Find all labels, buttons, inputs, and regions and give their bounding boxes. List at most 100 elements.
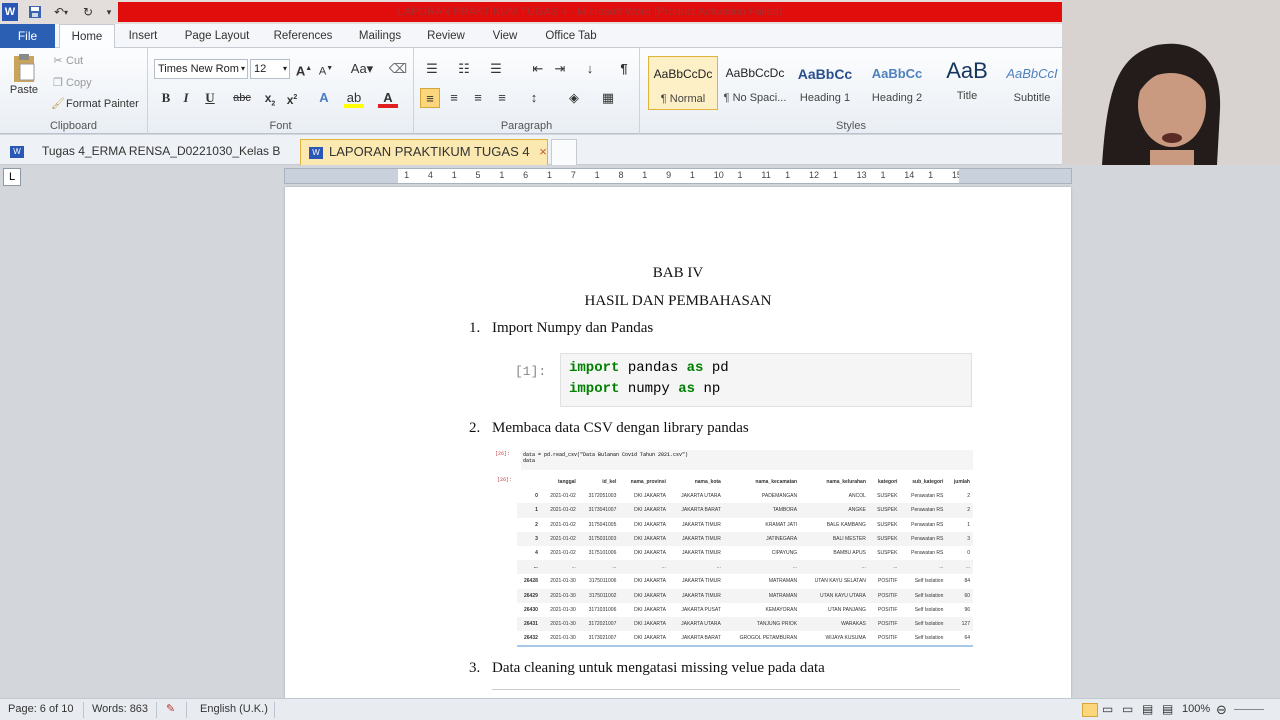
- change-case-icon[interactable]: Aa▾: [348, 59, 376, 79]
- zoom-out-icon[interactable]: ⊖: [1216, 699, 1227, 720]
- ruler-number: 1: [499, 170, 505, 180]
- horizontal-ruler[interactable]: 1121314151617181911011111211311411516117…: [284, 168, 1072, 184]
- align-left-icon[interactable]: ≡: [420, 88, 440, 108]
- tab-office-tab[interactable]: Office Tab: [538, 24, 604, 48]
- style-heading-2[interactable]: AaBbCc Heading 2: [862, 56, 932, 110]
- numbering-icon[interactable]: ☷: [454, 59, 474, 79]
- grow-font-icon[interactable]: A▲: [294, 59, 314, 79]
- font-size-select[interactable]: 12 ▾: [250, 59, 290, 79]
- style-title[interactable]: AaB Title: [932, 56, 1002, 110]
- subscript-icon[interactable]: x2: [260, 88, 280, 108]
- ruler-number: 1: [547, 170, 553, 180]
- line-spacing-icon[interactable]: ↕: [524, 88, 544, 108]
- paste-label: Paste: [9, 84, 39, 96]
- table-cell: 3172021007: [578, 616, 620, 632]
- bullets-icon[interactable]: ☰: [422, 59, 442, 79]
- superscript-icon[interactable]: x2: [282, 88, 302, 108]
- style-no-spacing[interactable]: AaBbCcDc ¶ No Spaci...: [720, 56, 790, 110]
- tab-page-layout[interactable]: Page Layout: [178, 24, 256, 48]
- table-cell: 3175031003: [578, 531, 620, 546]
- zoom-slider[interactable]: [1234, 709, 1264, 710]
- style-normal[interactable]: AaBbCcDc ¶ Normal: [648, 56, 718, 110]
- language-indicator[interactable]: English (U.K.): [200, 699, 268, 720]
- ruler-number: 1: [451, 170, 457, 180]
- style-subtitle[interactable]: AaBbCcI Subtitle: [1002, 56, 1062, 110]
- draft-view-icon[interactable]: ▤: [1162, 699, 1173, 720]
- table-row: 3 2021-01-02 3175031003 DKI JAKARTA JAKARTA …: [517, 531, 973, 546]
- tab-selector[interactable]: L: [3, 168, 21, 186]
- file-tab[interactable]: File: [0, 24, 55, 48]
- clear-formatting-icon[interactable]: ⌫: [388, 59, 408, 79]
- highlight-icon[interactable]: ab: [344, 88, 364, 108]
- font-name-value: Times New Rom: [158, 63, 239, 75]
- style-name: ¶ No Spaci...: [723, 92, 787, 104]
- page-count[interactable]: Page: 6 of 10: [8, 699, 73, 720]
- table-cell: UTAN KAYU UTARA: [800, 588, 869, 603]
- font-color-icon[interactable]: A: [378, 88, 398, 108]
- pilcrow-icon[interactable]: ¶: [614, 59, 634, 79]
- doc-tab-label: LAPORAN PRAKTIKUM TUGAS 4: [329, 144, 530, 159]
- word-logo-icon[interactable]: W: [2, 3, 18, 21]
- table-header-row: tanggal id_kel nama_provinsi nama_kota nama_…: [517, 475, 973, 489]
- tab-insert[interactable]: Insert: [120, 24, 166, 48]
- ruler-number: 1: [404, 170, 410, 180]
- cut-button[interactable]: ✂ Cut: [50, 54, 83, 68]
- shading-icon[interactable]: ◈: [564, 88, 584, 108]
- brush-icon: 🖌: [51, 98, 65, 110]
- align-center-icon[interactable]: ≡: [444, 88, 464, 108]
- tab-view[interactable]: View: [484, 24, 526, 48]
- new-tab-button[interactable]: [551, 139, 577, 165]
- tab-mailings[interactable]: Mailings: [350, 24, 410, 48]
- doc-tab-laporan[interactable]: W LAPORAN PRAKTIKUM TUGAS 4 ×: [300, 139, 548, 165]
- outline-view-icon[interactable]: ▤: [1142, 699, 1153, 720]
- print-layout-view-icon[interactable]: [1082, 703, 1098, 717]
- customize-qat-icon[interactable]: ▾: [102, 3, 116, 21]
- tab-review[interactable]: Review: [420, 24, 472, 48]
- tab-references[interactable]: References: [267, 24, 339, 48]
- close-icon[interactable]: ×: [539, 144, 547, 159]
- paste-button[interactable]: Paste: [6, 52, 42, 108]
- ruler-left-margin: [285, 169, 398, 183]
- multilevel-list-icon[interactable]: ☰: [486, 59, 506, 79]
- full-screen-reading-icon[interactable]: ▭: [1102, 699, 1113, 720]
- decrease-indent-icon[interactable]: ⇤: [528, 59, 548, 79]
- undo-icon[interactable]: ↶ ▾: [48, 3, 74, 21]
- table-cell: JAKARTA BARAT: [681, 635, 721, 642]
- italic-icon[interactable]: I: [176, 88, 196, 108]
- align-right-icon[interactable]: ≡: [468, 88, 488, 108]
- sort-icon[interactable]: ↓: [580, 59, 600, 79]
- borders-icon[interactable]: ▦: [598, 88, 618, 108]
- table-cell: 2021-01-30: [550, 578, 576, 585]
- table-cell: 2021-01-30: [540, 616, 579, 632]
- copy-button[interactable]: ❐ Copy: [50, 76, 92, 90]
- redo-icon[interactable]: ↻: [78, 3, 98, 21]
- text-effects-icon[interactable]: A: [314, 88, 334, 108]
- style-preview: AaBbCcDc: [725, 66, 785, 80]
- word-count[interactable]: Words: 863: [92, 699, 148, 720]
- zoom-level[interactable]: 100%: [1182, 699, 1210, 720]
- table-cell: 64: [964, 635, 970, 642]
- table-cell: 3: [946, 531, 973, 546]
- bold-icon[interactable]: B: [156, 88, 176, 108]
- increase-indent-icon[interactable]: ⇥: [550, 59, 570, 79]
- shrink-font-icon[interactable]: A▼: [316, 59, 336, 79]
- document-page[interactable]: BAB IV HASIL DAN PEMBAHASAN 1. Import Nu…: [285, 187, 1071, 720]
- underline-icon[interactable]: U: [200, 88, 220, 108]
- format-painter-button[interactable]: 🖌 Format Painter: [50, 97, 139, 111]
- table-cell: ...: [578, 560, 620, 575]
- webcam-overlay: [1062, 0, 1280, 165]
- tab-home[interactable]: Home: [59, 24, 115, 49]
- table-cell: 2021-01-30: [550, 606, 576, 613]
- table-cell: UTAN PANJANG: [828, 606, 866, 613]
- justify-icon[interactable]: ≡: [492, 88, 512, 108]
- table-cell: Self Isolation: [914, 578, 944, 585]
- web-layout-icon[interactable]: ▭: [1122, 699, 1133, 720]
- doc-tab-tugas4[interactable]: W Tugas 4_ERMA RENSA_D0221030_Kelas B: [2, 139, 298, 165]
- font-name-select[interactable]: Times New Rom ▾: [154, 59, 248, 79]
- table-cell: 2: [967, 493, 970, 500]
- save-icon[interactable]: [26, 3, 44, 21]
- strikethrough-icon[interactable]: abc: [232, 88, 252, 108]
- chapter-title: HASIL DAN PEMBAHASAN: [584, 293, 772, 309]
- proofing-icon[interactable]: ✎: [166, 699, 175, 720]
- style-heading-1[interactable]: AaBbCc Heading 1: [790, 56, 860, 110]
